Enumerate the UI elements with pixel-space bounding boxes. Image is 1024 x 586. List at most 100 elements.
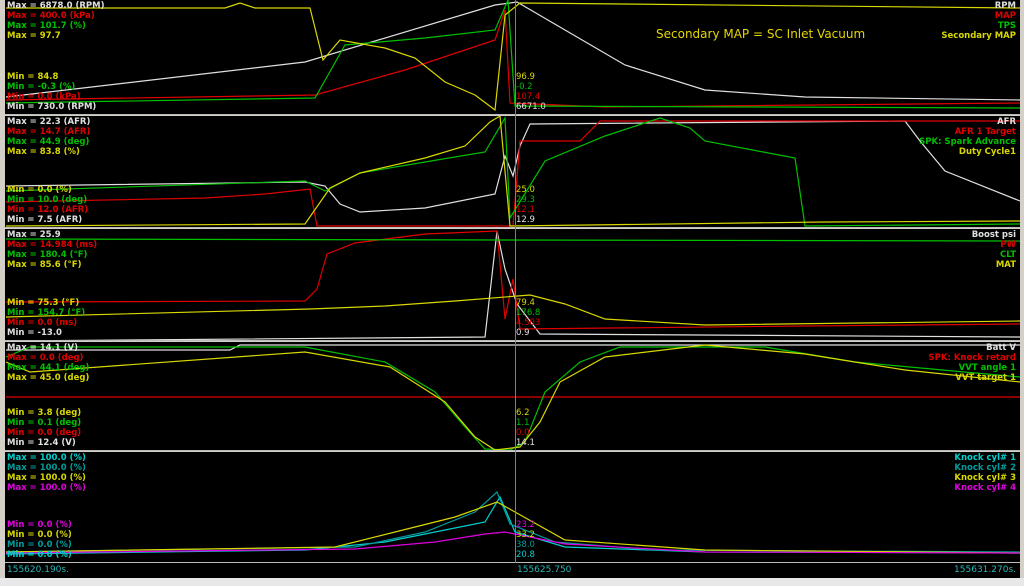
- max-label: Max = 100.0 (%): [7, 463, 86, 473]
- max-label: Max = 44.9 (deg): [7, 137, 90, 147]
- trace-line: [5, 116, 1020, 227]
- channel-name: Knock cyl# 1: [954, 453, 1016, 463]
- min-label: Min = 0.0 (%): [7, 520, 72, 530]
- cursor-value: 79.4: [516, 298, 535, 308]
- graph-panel-5[interactable]: Max = 100.0 (%) Min = 0.0 (%) Knock cyl# 1…: [5, 452, 1020, 563]
- annotation-text: Secondary MAP = SC Inlet Vacuum: [656, 27, 866, 41]
- min-label: Min = 154.7 (°F): [7, 308, 86, 318]
- cursor-value: 4.503: [516, 318, 541, 328]
- min-label: Min = 7.5 (AFR): [7, 215, 83, 225]
- max-label: Max = 180.4 (°F): [7, 250, 88, 260]
- min-label: Min = -13.0: [7, 328, 62, 338]
- min-label: Min = 10.0 (deg): [7, 195, 88, 205]
- cursor-value: 12.1: [516, 205, 535, 215]
- min-label: Min = 75.3 (°F): [7, 298, 80, 308]
- channel-name: TPS: [997, 21, 1016, 31]
- trace-line: [5, 230, 1020, 330]
- trace-line: [5, 9, 1020, 108]
- cursor-value: 23.2: [516, 520, 535, 530]
- cursor-value: 25.0: [516, 185, 535, 195]
- graph-panel-1[interactable]: Max = 6878.0 (RPM) Min = 84.8 RPM 96.9 Max =…: [5, 0, 1020, 115]
- max-label: Max = 14.1 (V): [7, 343, 78, 353]
- channel-name: Boost psi: [971, 230, 1016, 240]
- max-label: Max = 101.7 (%): [7, 21, 86, 31]
- channel-name: Knock cyl# 3: [954, 473, 1016, 483]
- min-label: Min = 730.0 (RPM): [7, 102, 97, 112]
- channel-name: MAT: [995, 260, 1016, 270]
- trace-line: [5, 238, 1020, 242]
- max-label: Max = 14.7 (AFR): [7, 127, 91, 137]
- channel-name: Batt V: [986, 343, 1016, 353]
- channel-name: CLT: [999, 250, 1016, 260]
- cursor-value: 0.0: [516, 428, 530, 438]
- channel-name: Duty Cycle1: [958, 147, 1016, 157]
- cursor-value: 20.8: [516, 550, 535, 560]
- max-label: Max = 100.0 (%): [7, 453, 86, 463]
- cursor-value: 107.4: [516, 92, 541, 102]
- trace-line: [5, 294, 1020, 326]
- time-start: 155620.190s.: [7, 565, 69, 575]
- graph-panel-2[interactable]: Max = 22.3 (AFR) Min = 0.0 (%) AFR 25.0 Max …: [5, 116, 1020, 228]
- trace-area: [5, 490, 1020, 555]
- cursor-value: 1.1: [516, 418, 530, 428]
- cursor-value: 0.9: [516, 328, 530, 338]
- channel-name: SPK: Spark Advance: [919, 137, 1016, 147]
- cursor-value: 96.9: [516, 72, 535, 82]
- cursor-value: 6.2: [516, 408, 530, 418]
- time-cursor-value: 155625.750: [517, 565, 572, 575]
- trace-line: [5, 116, 1020, 227]
- max-label: Max = 6878.0 (RPM): [7, 1, 105, 11]
- graph-panel-3[interactable]: Max = 25.9 Min = 75.3 (°F) Boost psi 79.4 Ma…: [5, 229, 1020, 341]
- max-label: Max = 97.7: [7, 31, 61, 41]
- trace-area: [5, 230, 1020, 340]
- graph-panel-4[interactable]: Max = 14.1 (V) Min = 3.8 (deg) Batt V 6.2 Ma…: [5, 342, 1020, 451]
- trace-area: [5, 344, 1020, 450]
- min-label: Min = 84.8: [7, 72, 59, 82]
- min-label: Min = 0.0 (%): [7, 540, 72, 550]
- channel-name: MAP: [994, 11, 1016, 21]
- min-label: Min = 0.1 (deg): [7, 418, 82, 428]
- min-label: Min = 0.0 (%): [7, 530, 72, 540]
- min-label: Min = 0.0 (%): [7, 550, 72, 560]
- min-label: Min = 0.0 (%): [7, 185, 72, 195]
- channel-name: Knock cyl# 4: [954, 483, 1016, 493]
- channel-name: VVT target 1: [955, 373, 1016, 383]
- max-label: Max = 85.6 (°F): [7, 260, 82, 270]
- time-cursor[interactable]: [515, 0, 516, 578]
- channel-name: PW: [1000, 240, 1016, 250]
- trace-line: [5, 0, 1020, 109]
- cursor-value: 6671.0: [516, 102, 546, 112]
- channel-name: AFR: [997, 117, 1016, 127]
- channel-name: RPM: [994, 1, 1016, 11]
- time-axis[interactable]: 155620.190s. 155625.750 155631.270s.: [5, 563, 1020, 578]
- cursor-value: 176.8: [516, 308, 541, 318]
- cursor-value: 29.3: [516, 195, 535, 205]
- min-label: Min = 12.4 (V): [7, 438, 76, 448]
- max-label: Max = 45.0 (deg): [7, 373, 90, 383]
- channel-name: SPK: Knock retard: [928, 353, 1016, 363]
- max-label: Max = 22.3 (AFR): [7, 117, 91, 127]
- cursor-value: 38.0: [516, 540, 535, 550]
- min-label: Min = -0.3 (%): [7, 82, 76, 92]
- log-viewer: Max = 6878.0 (RPM) Min = 84.8 RPM 96.9 Max =…: [0, 0, 1024, 586]
- channel-name: Secondary MAP: [941, 31, 1016, 41]
- max-label: Max = 0.0 (deg): [7, 353, 84, 363]
- cursor-value: -0.2: [516, 82, 533, 92]
- min-label: Min = 0.0 (deg): [7, 428, 82, 438]
- max-label: Max = 14.984 (ms): [7, 240, 98, 250]
- min-label: Min = 3.8 (deg): [7, 408, 82, 418]
- max-label: Max = 100.0 (%): [7, 483, 86, 493]
- time-end: 155631.270s.: [954, 565, 1016, 575]
- min-label: Min = 12.0 (AFR): [7, 205, 89, 215]
- cursor-value: 14.1: [516, 438, 535, 448]
- channel-name: VVT angle 1: [958, 363, 1016, 373]
- status-strip: [0, 578, 1024, 586]
- max-label: Max = 100.0 (%): [7, 473, 86, 483]
- min-label: Min = 0.0 (kPa): [7, 92, 81, 102]
- trace-line: [53, 230, 1020, 340]
- trace-line: [5, 1, 1020, 101]
- trace-line: [5, 490, 1020, 553]
- trace-area: [5, 0, 1020, 112]
- cursor-value: 33.2: [516, 530, 535, 540]
- trace-line: [6, 2, 1020, 112]
